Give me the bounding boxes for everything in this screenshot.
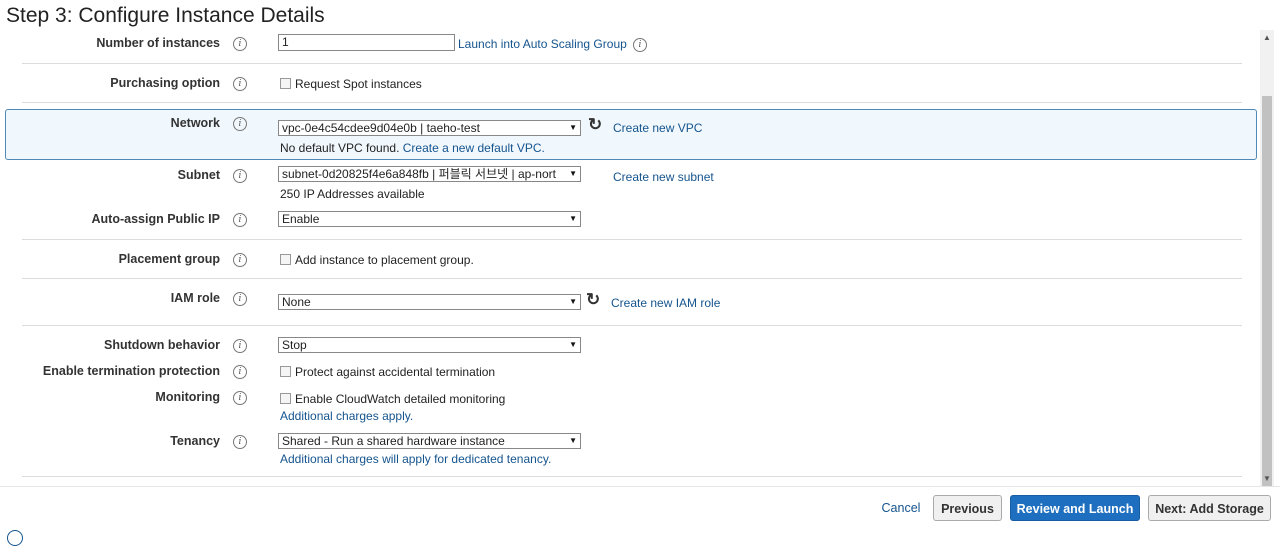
termination-checkbox-row[interactable]: Protect against accidental termination — [280, 365, 495, 379]
network-label: Network — [170, 116, 220, 130]
shutdown-info-icon[interactable]: i — [233, 339, 247, 353]
iam-select-value: None — [282, 295, 311, 309]
dropdown-arrow-icon: ▼ — [569, 340, 577, 349]
network-select-value: vpc-0e4c54cdee9d04e0b | taeho-test — [282, 121, 480, 135]
iam-info-icon[interactable]: i — [233, 292, 247, 306]
tenancy-charges-link[interactable]: Additional charges will apply for dedica… — [280, 452, 551, 466]
divider — [22, 278, 1242, 279]
subnet-label: Subnet — [177, 168, 220, 182]
placement-checkbox[interactable] — [280, 254, 291, 265]
auto-ip-select[interactable]: Enable ▼ — [278, 211, 581, 227]
shutdown-select[interactable]: Stop ▼ — [278, 337, 581, 353]
tenancy-info-icon[interactable]: i — [233, 435, 247, 449]
refresh-iam-icon[interactable]: ↻ — [586, 290, 600, 310]
scroll-down-icon[interactable]: ▼ — [1263, 474, 1271, 483]
monitoring-charges-link[interactable]: Additional charges apply. — [280, 409, 413, 423]
subnet-select[interactable]: subnet-0d20825f4e6a848fb | 퍼블릭 서브넷 | ap-… — [278, 166, 581, 182]
divider — [22, 325, 1242, 326]
subnet-select-value: subnet-0d20825f4e6a848fb | 퍼블릭 서브넷 | ap-… — [282, 167, 556, 181]
purchasing-info-icon[interactable]: i — [233, 77, 247, 91]
create-subnet-link[interactable]: Create new subnet — [613, 170, 714, 184]
scrollbar-thumb[interactable] — [1262, 96, 1272, 486]
vertical-scrollbar[interactable]: ▲ ▼ — [1260, 30, 1274, 486]
placement-checkbox-row[interactable]: Add instance to placement group. — [280, 253, 474, 267]
iam-select[interactable]: None ▼ — [278, 294, 581, 310]
divider — [22, 102, 1242, 103]
shutdown-label: Shutdown behavior — [104, 338, 220, 352]
auto-ip-label: Auto-assign Public IP — [91, 212, 221, 226]
dropdown-arrow-icon: ▼ — [569, 123, 577, 132]
tenancy-label: Tenancy — [170, 434, 220, 448]
subnet-ip-count: 250 IP Addresses available — [280, 187, 425, 201]
dropdown-arrow-icon: ▼ — [569, 297, 577, 306]
network-info-icon[interactable]: i — [233, 117, 247, 131]
create-default-vpc-link[interactable]: Create a new default VPC. — [403, 141, 545, 155]
termination-checkbox[interactable] — [280, 366, 291, 377]
review-and-launch-button[interactable]: Review and Launch — [1010, 495, 1140, 521]
dropdown-arrow-icon: ▼ — [569, 436, 577, 445]
termination-checkbox-label: Protect against accidental termination — [295, 365, 496, 379]
termination-info-icon[interactable]: i — [233, 365, 247, 379]
monitoring-checkbox-label: Enable CloudWatch detailed monitoring — [295, 392, 506, 406]
auto-ip-select-value: Enable — [282, 212, 320, 226]
termination-label: Enable termination protection — [42, 364, 220, 378]
tenancy-select-value: Shared - Run a shared hardware instance — [282, 434, 505, 448]
placement-info-icon[interactable]: i — [233, 253, 247, 267]
create-iam-role-link[interactable]: Create new IAM role — [611, 296, 720, 310]
shutdown-select-value: Stop — [282, 338, 307, 352]
scroll-up-icon[interactable]: ▲ — [1263, 33, 1271, 42]
purchasing-label: Purchasing option — [110, 76, 220, 90]
create-vpc-link[interactable]: Create new VPC — [613, 121, 702, 135]
iam-label: IAM role — [170, 291, 220, 305]
auto-scaling-link[interactable]: Launch into Auto Scaling Group — [458, 37, 627, 51]
dropdown-arrow-icon: ▼ — [569, 214, 577, 223]
placement-checkbox-label: Add instance to placement group. — [295, 253, 474, 267]
dropdown-arrow-icon: ▼ — [569, 169, 577, 178]
spot-checkbox[interactable] — [280, 78, 291, 89]
subnet-info-icon[interactable]: i — [233, 169, 247, 183]
monitoring-checkbox[interactable] — [280, 393, 291, 404]
monitoring-checkbox-row[interactable]: Enable CloudWatch detailed monitoring — [280, 392, 505, 406]
refresh-network-icon[interactable]: ↻ — [588, 115, 602, 135]
help-icon[interactable] — [7, 530, 23, 546]
spot-checkbox-row[interactable]: Request Spot instances — [280, 77, 422, 91]
divider — [22, 63, 1242, 64]
instance-details-form: Number of instances i 1 Launch into Auto… — [0, 0, 1258, 490]
instances-label: Number of instances — [96, 36, 220, 50]
tenancy-select[interactable]: Shared - Run a shared hardware instance … — [278, 433, 581, 449]
auto-scaling-info-icon[interactable]: i — [633, 38, 647, 52]
monitoring-label: Monitoring — [155, 390, 220, 404]
monitoring-info-icon[interactable]: i — [233, 391, 247, 405]
cancel-button[interactable]: Cancel — [872, 495, 930, 521]
placement-label: Placement group — [118, 252, 220, 266]
previous-button[interactable]: Previous — [933, 495, 1002, 521]
footer-divider — [0, 486, 1280, 487]
network-select[interactable]: vpc-0e4c54cdee9d04e0b | taeho-test ▼ — [278, 120, 581, 136]
network-note: No default VPC found. Create a new defau… — [280, 141, 545, 155]
next-add-storage-button[interactable]: Next: Add Storage — [1148, 495, 1271, 521]
auto-ip-info-icon[interactable]: i — [233, 213, 247, 227]
spot-checkbox-label: Request Spot instances — [295, 77, 422, 91]
divider — [22, 476, 1242, 477]
network-note-text: No default VPC found. — [280, 141, 400, 155]
divider — [22, 239, 1242, 240]
instances-input[interactable]: 1 — [278, 34, 455, 51]
instances-info-icon[interactable]: i — [233, 37, 247, 51]
